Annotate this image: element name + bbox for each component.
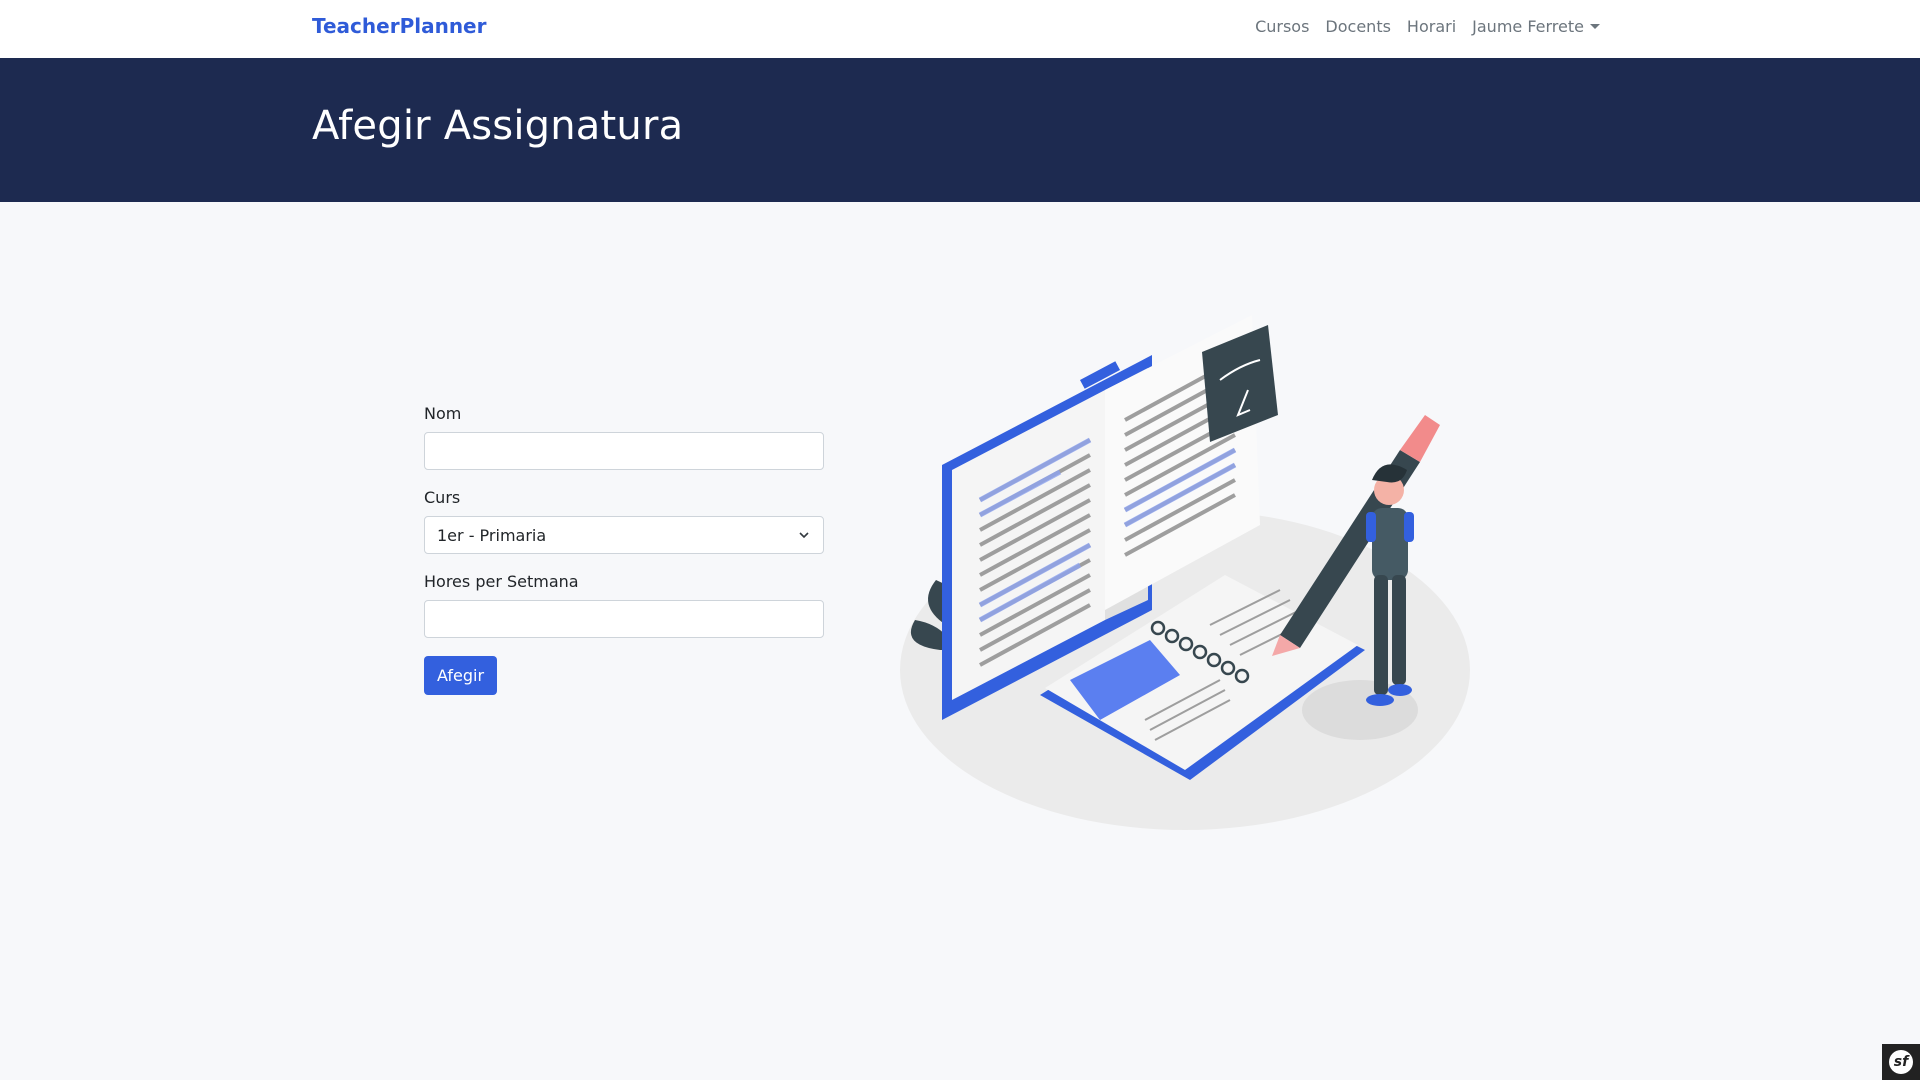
page-header: Afegir Assignatura <box>0 58 1920 202</box>
top-navbar: TeacherPlanner Cursos Docents Horari Jau… <box>0 0 1920 58</box>
chevron-down-icon <box>799 532 809 539</box>
nom-label: Nom <box>424 404 462 423</box>
nav-link-cursos[interactable]: Cursos <box>1255 17 1309 36</box>
user-name: Jaume Ferrete <box>1472 17 1584 36</box>
page-title: Afegir Assignatura <box>312 103 684 149</box>
symfony-icon: sf <box>1889 1050 1913 1074</box>
symfony-toolbar-toggle[interactable]: sf <box>1882 1044 1920 1080</box>
add-button[interactable]: Afegir <box>424 656 498 695</box>
nav-link-horari[interactable]: Horari <box>1407 17 1456 36</box>
study-illustration-icon <box>900 315 1470 830</box>
curs-label: Curs <box>424 488 461 507</box>
hores-label: Hores per Setmana <box>424 572 579 591</box>
brand-logo-link[interactable]: TeacherPlanner <box>312 14 486 38</box>
nom-input[interactable] <box>424 432 824 470</box>
nav-link-docents[interactable]: Docents <box>1325 17 1391 36</box>
user-dropdown[interactable]: Jaume Ferrete <box>1472 17 1600 36</box>
curs-selected-value: 1er - Primaria <box>437 525 547 545</box>
add-subject-form: Nom Curs 1er - Primaria Hores per Setman… <box>424 404 824 695</box>
caret-down-icon <box>1590 24 1600 29</box>
curs-select[interactable]: 1er - Primaria <box>424 516 824 554</box>
hores-input[interactable] <box>424 600 824 638</box>
nav-links: Cursos Docents Horari Jaume Ferrete <box>1255 17 1600 36</box>
